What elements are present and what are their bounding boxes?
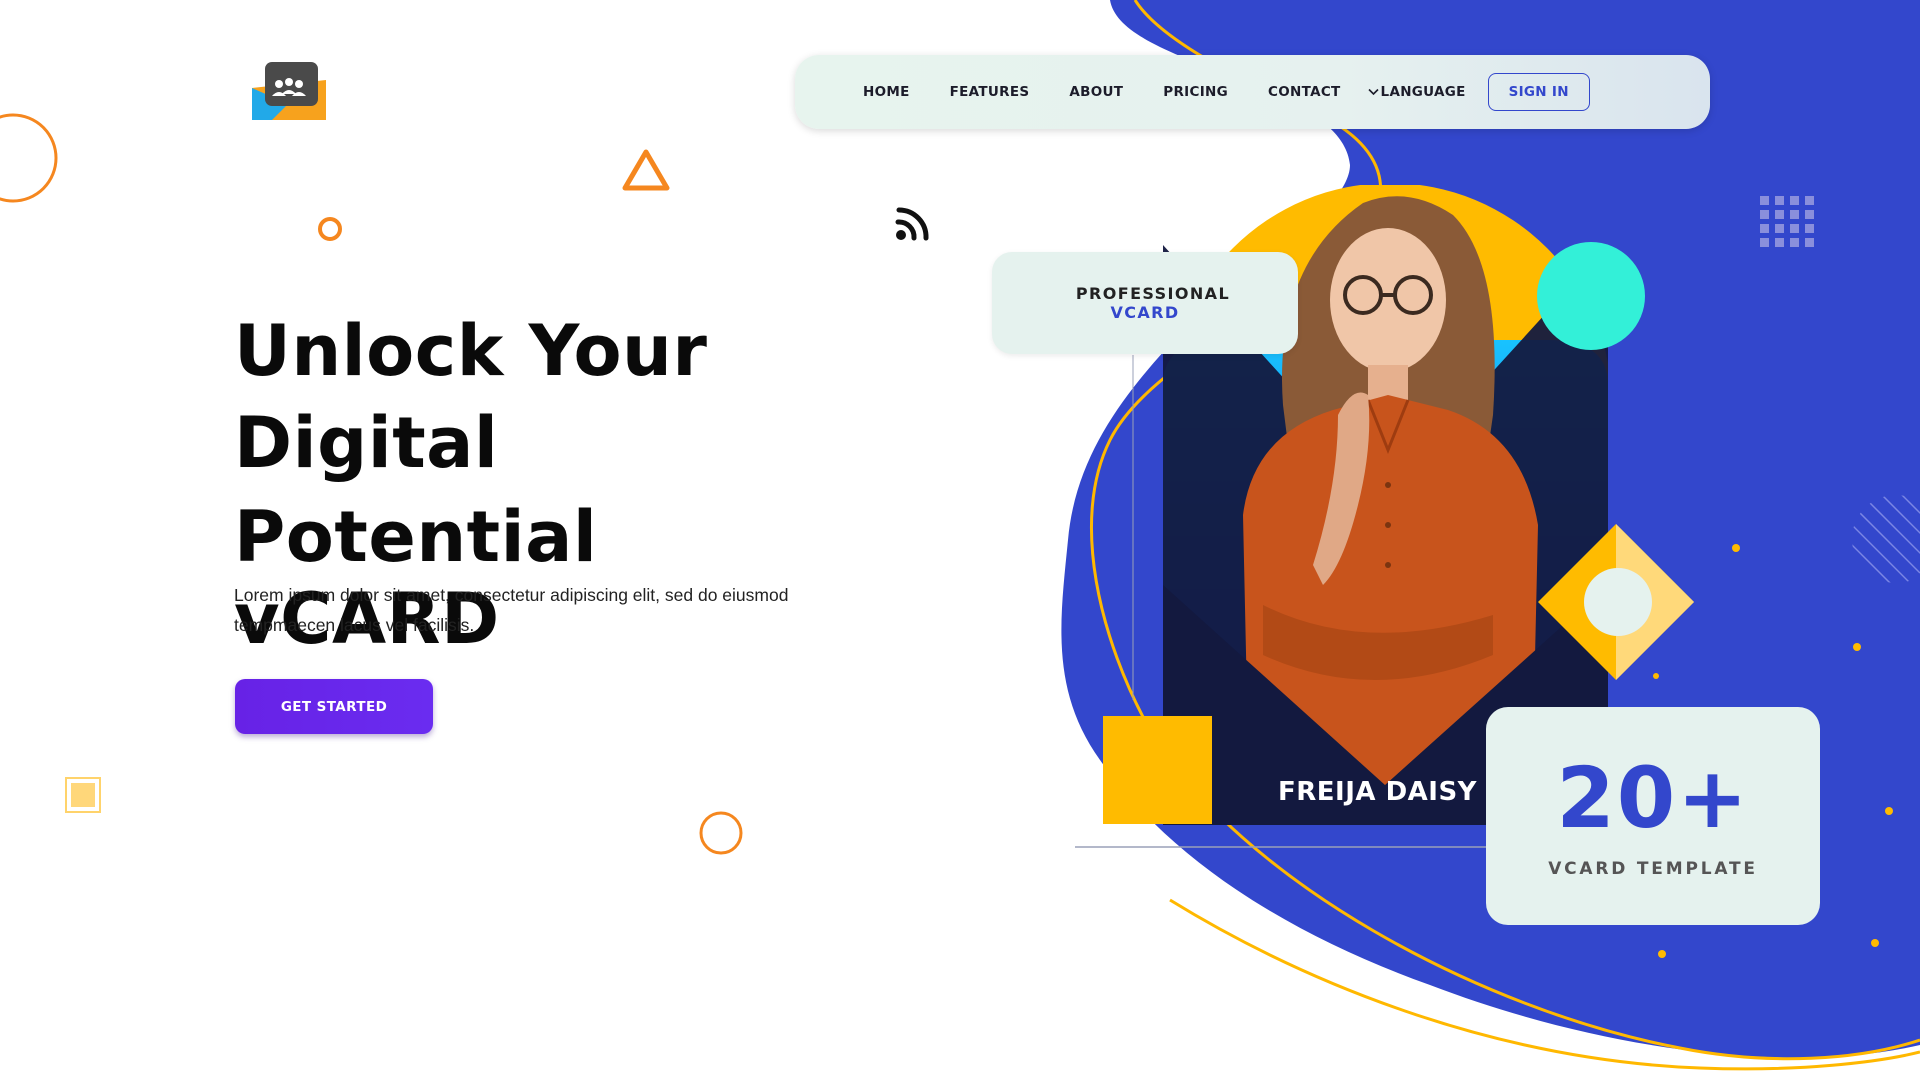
badge-line1: PROFESSIONAL (1075, 284, 1231, 303)
nav-language-dropdown[interactable]: LANGUAGE (1367, 84, 1466, 100)
nav-pricing-link[interactable]: PRICING (1163, 84, 1228, 100)
wifi-signal-icon (895, 207, 929, 241)
yellow-block-icon (1103, 716, 1212, 824)
badge-line2: VCARD (1110, 303, 1180, 322)
teal-circle-icon (1537, 242, 1645, 350)
professional-vcard-badge: PROFESSIONAL VCARD (992, 252, 1298, 354)
templates-stat-card: 20+ VCARD TEMPLATE (1486, 707, 1820, 925)
yellow-square-icon (65, 777, 101, 813)
hero-title-line1: Unlock Your Digital (234, 310, 708, 484)
hero-subtitle: Lorem ipsum dolor sit amet, consectetur … (234, 585, 789, 635)
nav-language-label: LANGUAGE (1380, 84, 1466, 100)
nav-home-link[interactable]: HOME (863, 84, 910, 100)
orange-triangle-icon (622, 149, 670, 191)
hero-title-line2: Potential (234, 496, 598, 578)
dot-grid-icon (1760, 196, 1814, 247)
small-orange-ring-icon (318, 217, 342, 241)
nav-about-link[interactable]: ABOUT (1069, 84, 1123, 100)
stat-number: 20+ (1556, 749, 1750, 847)
card-person-name: FREIJA DAISY (1278, 777, 1477, 807)
orange-ring-icon (0, 113, 58, 203)
orange-circle-outline-icon (699, 811, 743, 855)
top-navbar: HOME FEATURES ABOUT PRICING CONTACT LANG… (795, 55, 1710, 129)
sign-in-button[interactable]: SIGN IN (1487, 73, 1590, 111)
nav-contact-link[interactable]: CONTACT (1268, 84, 1341, 100)
chevron-down-icon (1367, 88, 1379, 96)
stat-label: VCARD TEMPLATE (1548, 859, 1758, 879)
nav-features-link[interactable]: FEATURES (950, 84, 1030, 100)
people-chat-logo-icon (252, 62, 326, 120)
get-started-button[interactable]: GET STARTED (235, 679, 433, 734)
